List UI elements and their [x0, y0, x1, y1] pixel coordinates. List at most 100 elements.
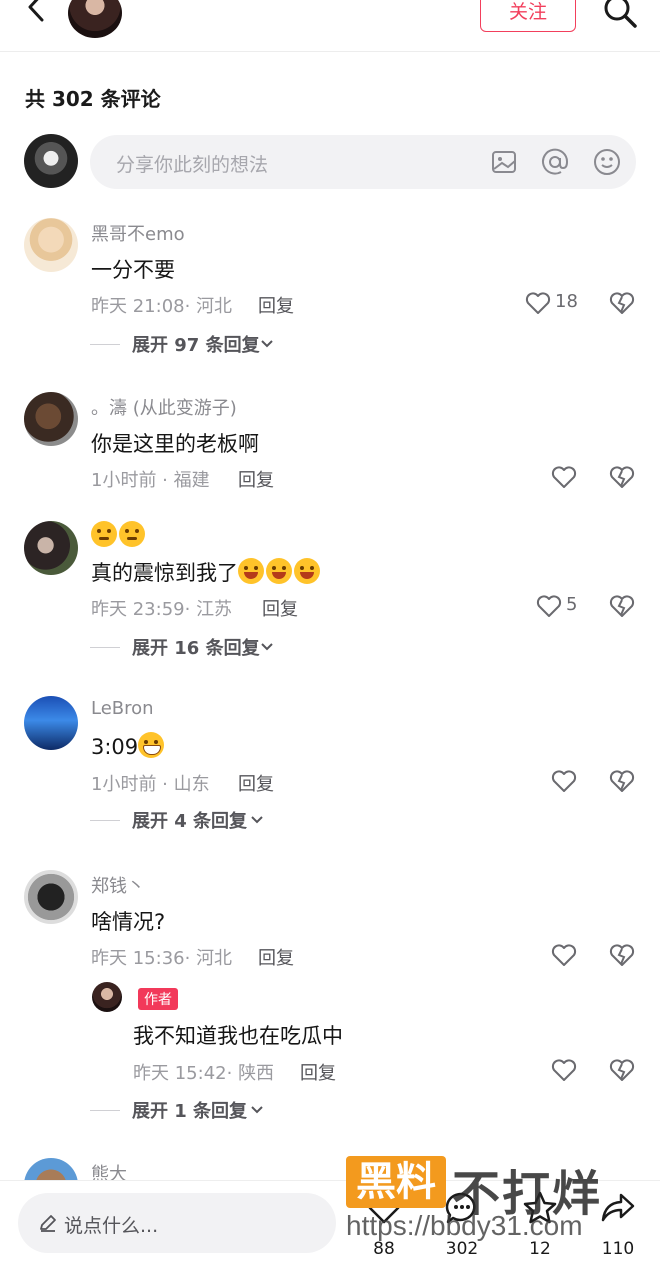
- laughing-emoji-icon: [238, 558, 264, 584]
- comment-text: 你是这里的老板啊: [91, 432, 259, 456]
- like-count: 18: [555, 291, 578, 312]
- like-button[interactable]: 18: [524, 289, 584, 319]
- comment-text-body: 真的震惊到我了: [91, 561, 238, 585]
- divider: [90, 1110, 120, 1111]
- avatar[interactable]: [24, 521, 78, 575]
- avatar[interactable]: [24, 218, 78, 272]
- like-button[interactable]: 5: [535, 592, 595, 622]
- like-button[interactable]: [550, 767, 610, 797]
- username[interactable]: [91, 521, 147, 548]
- username[interactable]: 。濤 (从此变游子): [91, 394, 237, 420]
- dislike-button[interactable]: [608, 463, 636, 491]
- pencil-icon: [40, 1215, 56, 1232]
- mention-icon[interactable]: [541, 148, 569, 176]
- follow-button[interactable]: 关注: [480, 0, 576, 32]
- share-input[interactable]: 分享你此刻的想法: [90, 135, 636, 189]
- heart-icon: [367, 1193, 401, 1224]
- chevron-down-icon: [251, 816, 263, 824]
- comment-text: 3:09: [91, 732, 166, 759]
- broken-heart-icon: [609, 770, 635, 792]
- share-arrow-icon: [601, 1193, 635, 1222]
- favorite-action-button[interactable]: 12: [510, 1189, 570, 1259]
- reply-time: 昨天 15:42: [133, 1063, 227, 1084]
- share-count: 110: [601, 1239, 635, 1259]
- laughing-emoji-icon: [266, 558, 292, 584]
- avatar[interactable]: [24, 870, 78, 924]
- like-button[interactable]: [550, 941, 610, 971]
- expand-replies-label: 展开 1 条回复: [132, 1101, 248, 1122]
- share-input-placeholder: 分享你此刻的想法: [116, 154, 269, 176]
- broken-heart-icon: [609, 944, 635, 966]
- comment-time: 昨天 21:08: [91, 296, 185, 317]
- reply-button[interactable]: 回复: [258, 944, 294, 970]
- heart-icon: [551, 1059, 577, 1081]
- comment-bubble-icon: [445, 1192, 476, 1224]
- like-action-button[interactable]: 88: [354, 1189, 414, 1259]
- expand-replies-label: 展开 4 条回复: [132, 811, 248, 832]
- expand-replies-label: 展开 16 条回复: [132, 638, 260, 659]
- chevron-down-icon: [261, 340, 273, 348]
- username[interactable]: 黑哥不emo: [91, 220, 185, 246]
- comment-time: 1小时前: [91, 470, 157, 491]
- search-button[interactable]: [600, 0, 640, 34]
- avatar[interactable]: [24, 392, 78, 446]
- heart-icon: [551, 944, 577, 966]
- expand-replies-button[interactable]: 展开 4 条回复: [90, 807, 280, 835]
- dislike-button[interactable]: [608, 1056, 636, 1084]
- share-action-button[interactable]: 110: [588, 1189, 648, 1259]
- broken-heart-icon: [609, 595, 635, 617]
- reply-button[interactable]: 回复: [262, 595, 298, 621]
- divider: [90, 344, 120, 345]
- grinning-emoji-icon: [138, 732, 165, 758]
- reply-meta: 昨天 15:42· 陕西: [133, 1063, 275, 1084]
- comment-meta: 昨天 23:59· 江苏: [91, 599, 233, 620]
- expand-replies-button[interactable]: 展开 16 条回复: [90, 634, 290, 662]
- comment-time: 1小时前: [91, 774, 157, 795]
- comment-input-placeholder: 说点什么...: [64, 1215, 159, 1237]
- broken-heart-icon: [609, 466, 635, 488]
- heart-icon: [536, 595, 562, 617]
- comment-location: 河北: [196, 296, 233, 317]
- reply-button[interactable]: 回复: [238, 770, 274, 796]
- image-icon[interactable]: [490, 148, 518, 176]
- chevron-down-icon: [261, 643, 273, 651]
- emoji-icon[interactable]: [593, 148, 621, 176]
- reply-button[interactable]: 回复: [258, 292, 294, 318]
- reply-button[interactable]: 回复: [300, 1059, 336, 1085]
- comment-location: 山东: [173, 774, 210, 795]
- comment-meta: 1小时前 · 山东: [91, 774, 210, 795]
- reply-location: 陕西: [238, 1063, 275, 1084]
- comment-meta: 昨天 21:08· 河北: [91, 296, 233, 317]
- expand-replies-button[interactable]: 展开 1 条回复: [90, 1097, 280, 1125]
- dislike-button[interactable]: [608, 592, 636, 620]
- comment-time: 昨天 23:59: [91, 599, 185, 620]
- comment-input[interactable]: 说点什么...: [18, 1193, 336, 1253]
- thinking-emoji-icon: [119, 521, 145, 547]
- comment-meta: 1小时前 · 福建: [91, 470, 210, 491]
- username[interactable]: LeBron: [91, 698, 154, 719]
- reply-text: 我不知道我也在吃瓜中: [133, 1024, 343, 1048]
- expand-replies-button[interactable]: 展开 97 条回复: [90, 331, 290, 359]
- dislike-button[interactable]: [608, 941, 636, 969]
- chevron-down-icon: [251, 1106, 263, 1114]
- broken-heart-icon: [609, 1059, 635, 1081]
- like-count: 88: [373, 1239, 395, 1259]
- author-reply-avatar[interactable]: [92, 982, 122, 1012]
- comment-action-button[interactable]: 302: [432, 1189, 492, 1259]
- author-avatar[interactable]: [68, 0, 122, 38]
- dislike-button[interactable]: [608, 289, 636, 317]
- like-button[interactable]: [550, 1056, 610, 1086]
- reply-button[interactable]: 回复: [238, 466, 274, 492]
- username[interactable]: 郑钱丶: [91, 872, 145, 898]
- dislike-button[interactable]: [608, 767, 636, 795]
- like-button[interactable]: [550, 463, 610, 493]
- comment-meta: 昨天 15:36· 河北: [91, 948, 233, 969]
- back-button[interactable]: [22, 0, 52, 30]
- thinking-emoji-icon: [91, 521, 117, 547]
- broken-heart-icon: [609, 292, 635, 314]
- search-icon: [604, 0, 637, 28]
- heart-icon: [551, 466, 577, 488]
- laughing-emoji-icon: [294, 558, 320, 584]
- avatar[interactable]: [24, 696, 78, 750]
- comment-time: 昨天 15:36: [91, 948, 185, 969]
